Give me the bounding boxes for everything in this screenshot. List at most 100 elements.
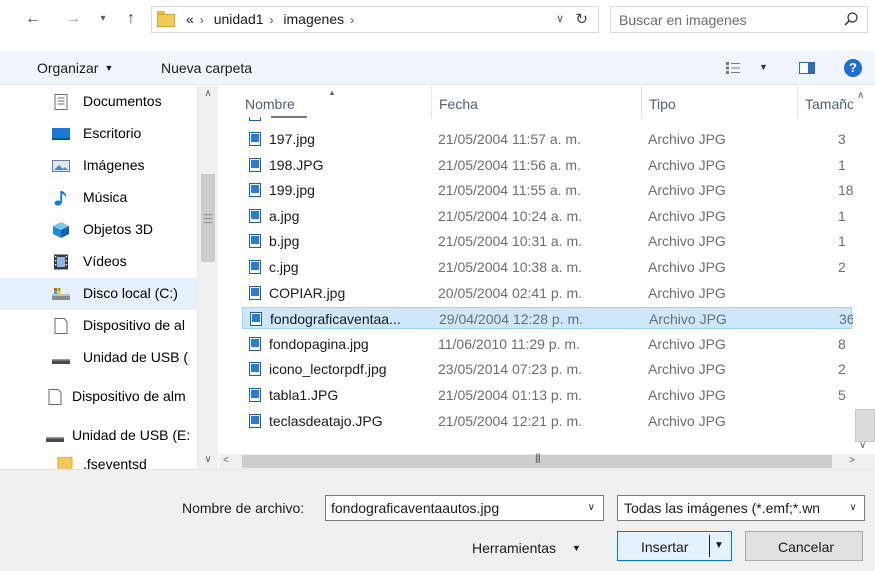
file-row[interactable]: 199.jpg 21/05/2004 11:55 a. m. Archivo JPG… xyxy=(242,179,854,201)
file-name: teclasdeatajo.JPG xyxy=(269,412,383,429)
address-bar[interactable]: « › unidad1 › imagenes › ∨ ↻ xyxy=(151,6,599,33)
jpg-file-icon xyxy=(249,362,261,377)
view-options-caret-icon[interactable]: ▼ xyxy=(759,62,768,72)
new-folder-button[interactable]: Nueva carpeta xyxy=(161,60,252,76)
up-arrow-icon[interactable]: ↑ xyxy=(120,8,142,30)
nav-item[interactable]: Unidad de USB ( xyxy=(0,342,197,374)
search-input[interactable]: Buscar en imagenes xyxy=(610,6,868,33)
scroll-down-icon[interactable]: ∨ xyxy=(859,440,866,451)
nav-item[interactable]: Vídeos xyxy=(0,246,197,278)
file-type-select[interactable]: Todas las imágenes (*.emf;*.wn ∨ xyxy=(617,495,865,521)
file-size: 3 xyxy=(838,131,846,147)
nav-item[interactable]: Disco local (C:) xyxy=(0,278,197,310)
nav-item[interactable]: Unidad de USB (E: xyxy=(0,420,197,452)
file-row[interactable]: a.jpg 21/05/2004 10:24 a. m. Archivo JPG 1 xyxy=(242,205,852,227)
breadcrumb-separator-icon: › xyxy=(269,13,274,27)
scrollbar-grip-icon: ― ― ― xyxy=(203,209,213,227)
column-header-type[interactable]: Tipo xyxy=(649,86,676,119)
file-type: Archivo JPG xyxy=(648,259,726,275)
file-row[interactable]: fondopagina.jpg 11/06/2010 11:29 p. m. Arc… xyxy=(242,333,852,355)
filename-value[interactable]: fondograficaventaautos.jpg xyxy=(331,500,499,516)
sort-ascending-icon: ▲ xyxy=(328,88,336,97)
file-row[interactable]: 197.jpg 21/05/2004 11:57 a. m. Archivo JPG… xyxy=(242,128,852,150)
view-options-icon[interactable] xyxy=(726,62,740,74)
organize-button[interactable]: Organizar ▼ xyxy=(37,60,113,76)
file-row[interactable]: tabla1.JPG 21/05/2004 01:13 p. m. Archivo … xyxy=(242,384,852,406)
file-row[interactable]: fondograficaventaa... 29/04/2004 12:28 p.… xyxy=(242,307,855,330)
chevron-down-icon[interactable]: ∨ xyxy=(588,502,595,513)
nav-item-label: Dispositivo de alm xyxy=(72,388,186,404)
documents-icon xyxy=(52,94,70,110)
filename-field[interactable]: fondograficaventaautos.jpg ∨ xyxy=(325,495,604,521)
breadcrumb-unidad1[interactable]: unidad1 xyxy=(214,11,264,27)
file-name: fondograficaventaa... xyxy=(270,311,401,328)
nav-item[interactable]: Dispositivo de al xyxy=(0,310,197,342)
breadcrumb-overflow[interactable]: « xyxy=(186,11,194,27)
pictures-icon xyxy=(52,158,70,174)
file-row[interactable]: 198.JPG 21/05/2004 11:56 a. m. Archivo JPG… xyxy=(242,154,852,176)
file-list-scrollbar[interactable]: ∧ ∨ xyxy=(853,86,875,454)
chevron-down-icon[interactable]: ∨ xyxy=(846,500,860,516)
breadcrumb-imagenes[interactable]: imagenes xyxy=(283,11,344,27)
jpg-file-icon xyxy=(249,388,261,402)
column-header-size[interactable]: Tamaño xyxy=(805,86,855,119)
file-name: a.jpg xyxy=(269,207,300,224)
nav-item[interactable]: Objetos 3D xyxy=(0,214,197,246)
file-row[interactable]: COPIAR.jpg 20/05/2004 02:41 p. m. Archivo … xyxy=(242,282,852,304)
nav-item[interactable]: Música xyxy=(0,182,197,214)
search-icon[interactable] xyxy=(843,11,859,27)
file-row[interactable]: icono_lectorpdf.jpg 23/05/2014 07:23 p. m… xyxy=(242,358,852,380)
scrollbar-thumb[interactable] xyxy=(855,409,875,442)
file-name: icono_lectorpdf.jpg xyxy=(269,361,387,378)
column-divider[interactable] xyxy=(431,86,432,119)
column-header-date[interactable]: Fecha xyxy=(439,86,478,119)
file-size: 5 xyxy=(838,387,846,403)
file-row[interactable]: teclasdeatajo.JPG 21/05/2004 12:21 p. m. A… xyxy=(242,410,852,432)
tools-label: Herramientas xyxy=(472,540,557,556)
nav-item-label: Disco local (C:) xyxy=(83,285,178,301)
insert-options-caret-icon[interactable]: ▼ xyxy=(714,540,724,551)
scroll-left-icon[interactable]: < xyxy=(223,455,229,466)
file-name: c.jpg xyxy=(269,259,299,275)
storage-device-icon xyxy=(52,318,70,334)
file-date: 21/05/2004 12:21 p. m. xyxy=(438,412,582,429)
usb-drive-icon xyxy=(52,350,70,366)
cancel-button[interactable]: Cancelar xyxy=(745,531,863,561)
scroll-down-icon[interactable]: ∨ xyxy=(198,454,218,469)
file-name: COPIAR.jpg xyxy=(269,284,346,301)
local-disk-icon xyxy=(52,286,70,302)
refresh-icon[interactable]: ↻ xyxy=(575,10,588,28)
forward-arrow-icon[interactable]: → xyxy=(62,8,84,30)
navigation-pane-scrollbar[interactable]: ∧ ― ― ― xyxy=(197,86,218,469)
scroll-up-icon[interactable]: ∧ xyxy=(857,90,864,101)
address-history-chevron-icon[interactable]: ∨ xyxy=(556,12,564,25)
breadcrumb-separator-icon: › xyxy=(199,13,204,27)
scroll-up-icon[interactable]: ∧ xyxy=(198,88,218,99)
column-divider[interactable] xyxy=(797,86,798,119)
nav-item[interactable]: Dispositivo de alm xyxy=(0,381,197,413)
scroll-right-icon[interactable]: > xyxy=(849,455,855,466)
preview-pane-icon[interactable] xyxy=(799,62,815,74)
file-date: 21/05/2004 10:31 a. m. xyxy=(438,233,582,250)
insert-button[interactable]: Insertar ▼ xyxy=(617,531,732,561)
nav-item[interactable]: Escritorio xyxy=(0,118,197,150)
nav-item-label: Dispositivo de al xyxy=(83,317,185,333)
partial-file-icon xyxy=(249,117,261,121)
file-row[interactable]: b.jpg 21/05/2004 10:31 a. m. Archivo JPG 1 xyxy=(242,230,852,252)
help-icon[interactable]: ? xyxy=(844,59,862,77)
storage-device-icon xyxy=(46,389,64,405)
tools-button[interactable]: Herramientas ▼ xyxy=(472,540,581,556)
folder-icon xyxy=(56,456,74,469)
recent-locations-chevron-icon[interactable]: ▾ xyxy=(92,8,114,30)
horizontal-scrollbar[interactable]: < ||| > xyxy=(219,453,875,469)
breadcrumb-separator-icon[interactable]: › xyxy=(350,13,354,27)
nav-item[interactable]: Imágenes xyxy=(0,150,197,182)
file-date: 29/04/2004 12:28 p. m. xyxy=(439,311,583,328)
column-divider[interactable] xyxy=(641,86,642,119)
nav-item-label: Escritorio xyxy=(83,125,142,141)
nav-item[interactable]: Documentos xyxy=(0,86,197,118)
file-date: 11/06/2010 11:29 p. m. xyxy=(438,335,580,352)
file-row[interactable]: c.jpg 21/05/2004 10:38 a. m. Archivo JPG 2 xyxy=(242,256,852,278)
nav-item[interactable]: .fseventsd xyxy=(0,449,197,469)
back-arrow-icon[interactable]: ← xyxy=(22,8,44,30)
